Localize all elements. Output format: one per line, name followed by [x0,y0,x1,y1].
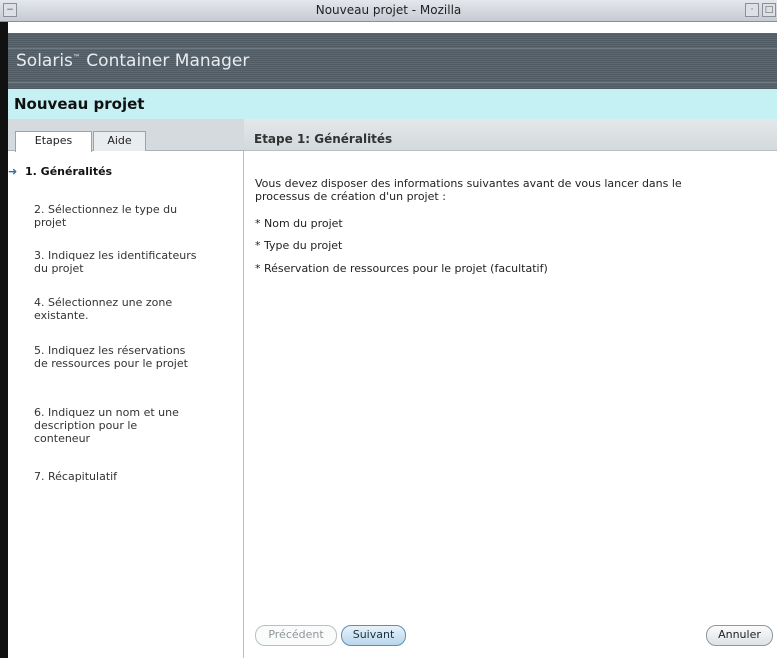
sidebar-tabs: Etapes Aide [8,119,244,152]
cancel-button[interactable]: Annuler [706,625,773,646]
maximize-icon[interactable]: □ [762,3,776,17]
tab-etapes[interactable]: Etapes [15,131,92,152]
requirement-item: * Réservation de ressources pour le proj… [255,262,548,275]
step-label: 1. Généralités [25,165,113,178]
page-header: Nouveau projet [8,89,777,119]
step-label: 5. Indiquez les réservations de ressourc… [34,344,188,370]
minimize-icon[interactable]: · [745,3,759,17]
previous-button[interactable]: Précédent [255,625,337,646]
step-content-panel: Etape 1: Généralités Vous devez disposer… [244,119,777,658]
step-label: 4. Sélectionnez une zone existante. [34,296,173,322]
product-name-solaris: Solaris [16,51,73,71]
steps-sidebar: Etapes Aide ➜ 1. Généralités 2. Sélectio… [8,119,244,658]
next-button[interactable]: Suivant [341,625,406,646]
step-label: 6. Indiquez un nom et une description po… [34,406,179,445]
product-name: Solaris™ Container Manager [16,51,249,71]
masthead-rule [8,48,777,49]
step-title: Etape 1: Généralités [254,132,393,146]
step-label: 2. Sélectionnez le type du projet [34,203,178,229]
step-header: Etape 1: Généralités [244,119,777,151]
window-title: Nouveau projet - Mozilla [315,3,462,17]
intro-text: Vous devez disposer des informations sui… [255,177,682,203]
step-label: 3. Indiquez les identificateurs du proje… [34,249,197,275]
masthead: Solaris™ Container Manager [8,33,777,89]
requirement-item: * Type du projet [255,239,343,252]
window-left-border [0,22,8,658]
masthead-rule-bottom [8,82,777,83]
current-step-arrow-icon: ➜ [8,165,18,178]
page-title: Nouveau projet [14,95,145,113]
product-name-rest: Container Manager [80,51,250,71]
trademark-mark: ™ [72,53,81,62]
step-label: 7. Récapitulatif [34,470,118,483]
requirement-item: * Nom du projet [255,217,343,230]
tab-aide[interactable]: Aide [93,131,146,151]
window-title-bar[interactable]: − Nouveau projet - Mozilla · □ [0,0,777,22]
